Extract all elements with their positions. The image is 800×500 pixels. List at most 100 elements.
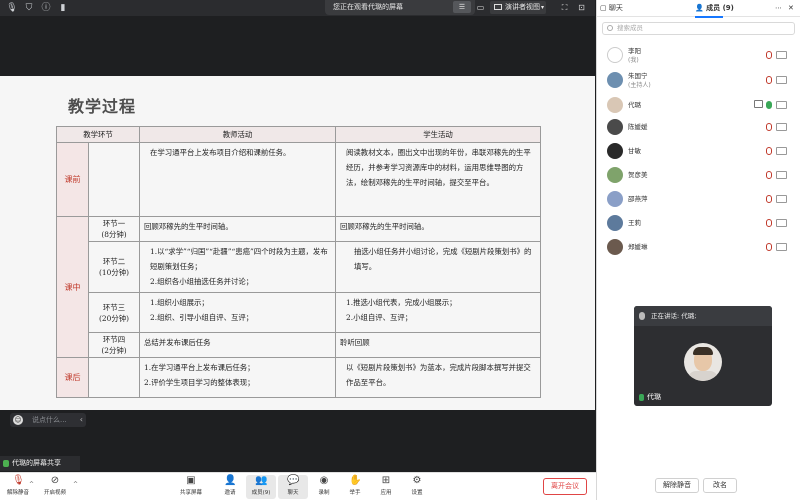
mic-muted-icon[interactable] [766,76,772,84]
mic-muted-icon[interactable] [766,147,772,155]
members-icon: 👥 [255,475,268,486]
member-item[interactable]: 王莉 [597,213,800,235]
member-search-input[interactable]: 搜索成员 [602,22,795,35]
leave-meeting-button[interactable]: 离开会议 [543,478,587,495]
stage-post-blank [87,357,141,398]
invite-button[interactable]: 👤 邀请 [215,475,245,499]
member-item[interactable]: 邵燕萍 [597,189,800,211]
avatar-hair [693,347,713,355]
member-item[interactable]: 朱国宁 (主持人) [597,70,800,92]
monitor-icon [494,4,502,10]
fullscreen-icon[interactable]: ⛶ [558,1,571,14]
emoji-icon[interactable]: ☺ [13,415,23,425]
member-item[interactable]: 贺彦美 [597,165,800,187]
mic-muted-icon[interactable] [766,195,772,203]
member-name-text: 邵燕萍 [628,195,648,203]
post-teacher-line-1: 1.在学习通平台上发布课后任务； [144,363,255,372]
share-screen-label: 共享屏幕 [179,490,202,496]
seg3-teacher-line-1: 1.组织小组展示； [150,298,209,307]
segment-3: 环节三 (20分钟) [87,292,141,333]
screen-share-icon [754,100,763,108]
segment-2: 环节二 (10分钟) [87,241,141,293]
more-icon[interactable]: ⋯ [775,0,782,17]
shield-icon[interactable]: ⛉ [23,2,35,14]
camera-off-icon[interactable] [776,243,787,251]
member-item[interactable]: 代璐 [597,95,800,117]
avatar-body [688,371,718,381]
search-icon [607,25,613,31]
rename-button[interactable]: 改名 [703,478,737,493]
member-item[interactable]: 陈媛媛 [597,117,800,139]
speaker-video-tile[interactable]: 正在讲话: 代璐; 代璐 [634,306,772,406]
member-item[interactable]: 李阳 (我) [597,45,800,67]
mic-muted-icon[interactable] [766,219,772,227]
mic-muted-icon[interactable] [766,243,772,251]
menu-icon[interactable]: ☰ [453,1,471,13]
seg2-student-cell: 抽选小组任务并小组讨论，完成《短剧片段策划书》的填写。 [335,241,542,293]
segment-4: 环节四 (2分钟) [87,332,141,358]
record-label: 录制 [318,490,330,496]
record-button[interactable]: ◉ 录制 [309,475,339,499]
member-name: 李阳 (我) [628,47,641,65]
members-button[interactable]: 👥 成员(9) [246,475,276,499]
mute-all-button[interactable]: 解除静音 [655,478,699,493]
camera-off-icon[interactable] [776,171,787,179]
apps-label: 应用 [380,490,392,496]
camera-off-icon[interactable] [776,123,787,131]
seg4-teacher-cell: 总结并发布课后任务 [139,332,337,358]
post-teacher-line-2: 2.评价学生项目学习的整体表现； [144,378,255,387]
member-role: (主持人) [628,82,651,89]
settings-label: 设置 [411,490,423,496]
screen-share-label-text: 代璐的屏幕共享 [12,459,61,467]
segment-3-time: (20分钟) [99,313,129,323]
mic-on-icon[interactable] [766,101,772,109]
camera-off-icon[interactable] [776,147,787,155]
chevron-left-icon[interactable]: ‹ [80,413,83,427]
chat-button[interactable]: 💬 聊天 [278,475,308,499]
seg2-teacher-line-2: 2.组织各小组抽选任务并讨论； [150,277,254,286]
mic-muted-icon[interactable] [766,51,772,59]
settings-button[interactable]: ⚙ 设置 [402,475,432,499]
share-screen-icon: ▣ [186,475,196,486]
speaker-header: 正在讲话: 代璐; [634,306,772,326]
mic-muted-icon[interactable]: 🎙 [6,2,18,14]
member-name: 甘敏 [628,147,641,156]
camera-off-icon[interactable] [776,219,787,227]
member-name-text: 陈媛媛 [628,123,648,131]
member-item[interactable]: 郑媛琳 [597,237,800,259]
member-name: 邵燕萍 [628,195,648,204]
info-icon[interactable]: ⓘ [40,2,52,14]
tab-chat[interactable]: ▢ 聊天 [600,0,623,17]
camera-off-icon[interactable] [776,51,787,59]
camera-off-icon[interactable] [776,101,787,109]
camera-off-icon[interactable] [776,76,787,84]
chevron-down-icon: ▾ [540,4,544,11]
camera-off-icon[interactable] [776,195,787,203]
apps-button[interactable]: ⊞ 应用 [371,475,401,499]
speaker-header-text: 正在讲话: 代璐; [651,312,697,320]
raise-hand-button[interactable]: ✋ 举手 [340,475,370,499]
speaker-avatar [684,343,722,381]
pre-teacher-cell: 在学习通平台上发布项目介绍和课前任务。 [139,142,337,217]
chevron-up-icon[interactable]: ^ [29,481,34,488]
zoom-icon[interactable]: ⊡ [575,1,588,14]
seg1-student-cell: 回顾邓稼先的生平时间轴。 [335,216,542,242]
frame-icon[interactable]: ▭ [474,1,487,14]
chat-input[interactable]: ☺ 说点什么... ‹ [10,413,86,427]
video-button[interactable]: ⊘ 开启视频 [40,475,70,499]
seg3-teacher-line-2: 2.组织、引导小组自评、互评； [150,313,254,322]
member-item[interactable]: 甘敏 [597,141,800,163]
close-icon[interactable]: ✕ [788,0,794,17]
mic-muted-icon[interactable] [766,123,772,131]
signal-icon[interactable]: ▮ [57,2,69,14]
camera-off-icon: ⊘ [50,475,60,486]
mic-muted-icon[interactable] [766,171,772,179]
presenter-view-button[interactable]: 演讲者视图 ▾ [490,1,546,14]
chevron-up-icon[interactable]: ^ [73,481,78,488]
member-search-placeholder: 搜索成员 [617,24,643,32]
tab-members[interactable]: 👤 成员 (9) [695,0,734,18]
top-bar: 🎙 ⛉ ⓘ ▮ 您正在观看代璐的屏幕 ☰ ▭ 演讲者视图 ▾ ⛶ ⊡ [0,0,595,16]
post-student-cell: 以《短剧片段策划书》为蓝本，完成片段脚本撰写并提交作品至平台。 [335,357,542,398]
header-stage: 教学环节 [55,126,141,143]
share-screen-button[interactable]: ▣ 共享屏幕 [176,475,206,499]
